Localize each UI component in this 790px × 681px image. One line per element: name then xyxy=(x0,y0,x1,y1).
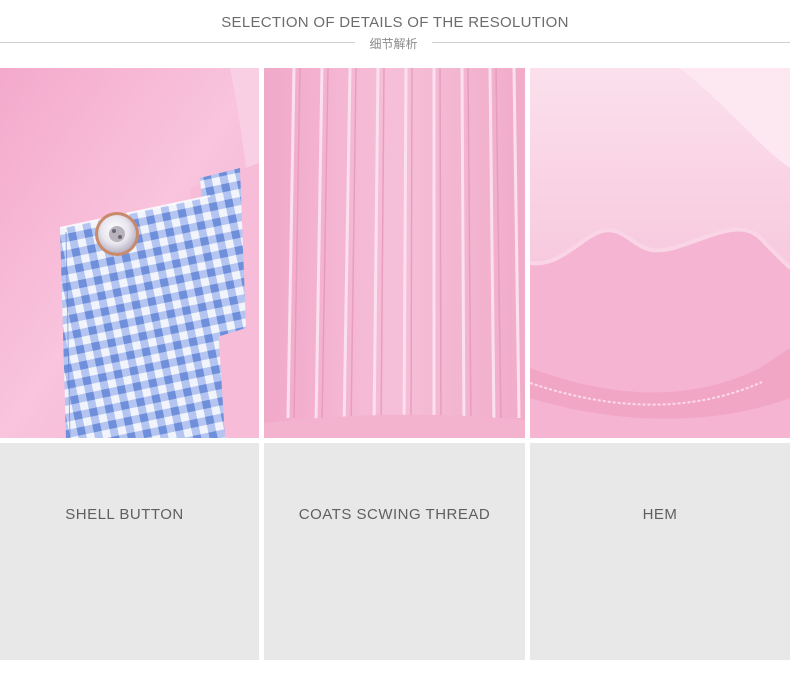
detail-label: SHELL BUTTON xyxy=(65,506,184,523)
page-subtitle: 细节解析 xyxy=(369,37,418,51)
detail-label: HEM xyxy=(642,506,678,523)
detail-label-box-sewing-thread: COATS SCWING THREAD xyxy=(264,443,525,660)
curved-hem-illustration xyxy=(530,68,790,438)
page-title: SELECTION OF DETAILS OF THE RESOLUTION xyxy=(221,14,569,31)
header-divider-right xyxy=(432,42,790,43)
detail-label: COATS SCWING THREAD xyxy=(298,506,491,523)
detail-photo-shell-button xyxy=(0,68,259,438)
detail-label-box-shell-button: SHELL BUTTON xyxy=(0,443,259,660)
detail-label-box-hem: HEM xyxy=(530,443,790,660)
detail-photo-hem xyxy=(530,68,790,438)
page-header: SELECTION OF DETAILS OF THE RESOLUTION 细… xyxy=(0,0,790,60)
header-divider-left xyxy=(0,42,355,43)
detail-photo-sewing-thread xyxy=(264,68,525,438)
pleated-placket-illustration xyxy=(264,68,525,438)
shirt-cuff-illustration xyxy=(0,68,259,438)
